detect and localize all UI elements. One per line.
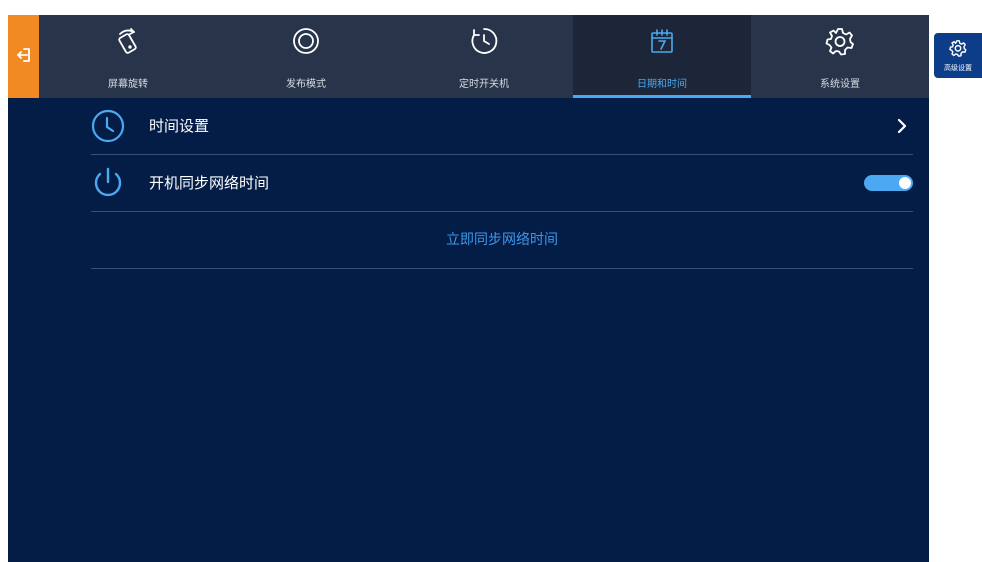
time-settings-label: 时间设置	[149, 117, 210, 135]
sync-now-button[interactable]: 立即同步网络时间	[91, 212, 913, 268]
tab-screen-rotation[interactable]: 屏幕旋转	[39, 15, 217, 98]
gear-icon	[825, 26, 855, 56]
tab-label: 定时开关机	[459, 79, 509, 90]
tab-timer-power[interactable]: 定时开关机	[395, 15, 573, 98]
boot-sync-row: 开机同步网络时间	[91, 155, 913, 212]
screen-rotate-icon	[113, 26, 143, 56]
tab-label: 屏幕旋转	[108, 79, 148, 90]
tab-label: 发布模式	[286, 79, 326, 90]
timer-power-icon	[469, 26, 499, 56]
sync-now-row: 立即同步网络时间	[91, 212, 913, 269]
tab-publish-mode[interactable]: 发布模式	[217, 15, 395, 98]
clock-icon	[91, 109, 125, 143]
exit-arrow-icon	[15, 46, 33, 68]
tab-date-time[interactable]: 日期和时间	[573, 15, 751, 98]
advanced-settings-button[interactable]: 高级设置	[934, 33, 982, 78]
app-window: 屏幕旋转 发布模式 定时开关机 日期和时间 系统设置 时间设置 开机同步网络时间…	[8, 15, 929, 562]
publish-mode-icon	[291, 26, 321, 56]
tab-system-settings[interactable]: 系统设置	[751, 15, 929, 98]
boot-sync-label: 开机同步网络时间	[149, 174, 270, 192]
calendar-icon	[647, 26, 677, 56]
tab-label: 系统设置	[820, 79, 860, 90]
top-tab-bar: 屏幕旋转 发布模式 定时开关机 日期和时间 系统设置	[39, 15, 929, 98]
advanced-settings-label: 高级设置	[944, 64, 972, 72]
back-button[interactable]	[8, 15, 39, 98]
toggle-knob	[899, 177, 911, 189]
chevron-right-icon	[897, 118, 907, 138]
boot-sync-toggle[interactable]	[864, 175, 913, 191]
power-icon	[91, 166, 125, 200]
advanced-settings-icon	[949, 39, 967, 61]
tab-label: 日期和时间	[637, 79, 687, 90]
time-settings-row[interactable]: 时间设置	[91, 98, 913, 155]
